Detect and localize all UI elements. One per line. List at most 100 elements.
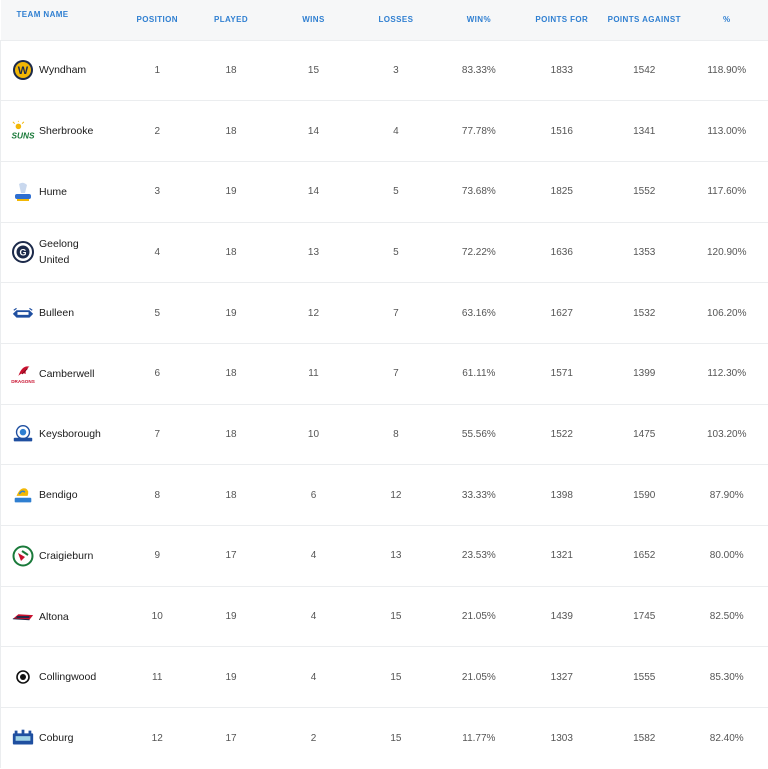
header-losses[interactable]: LOSSES (355, 0, 437, 40)
team-cell[interactable]: SUNS Sherbrooke (0, 100, 125, 162)
table-row[interactable]: Hume 3 19 14 5 73.68% 1825 1552 117.60% (0, 161, 768, 223)
team-name[interactable]: Keysborough (39, 426, 101, 442)
header-played[interactable]: PLAYED (190, 0, 272, 40)
team-cell[interactable]: Coburg (0, 707, 125, 769)
points-against-cell: 1590 (633, 489, 656, 501)
played-cell: 19 (225, 186, 237, 198)
team-name[interactable]: Collingwood (39, 669, 96, 685)
team-name[interactable]: Camberwell (39, 366, 94, 382)
win-pct-cell: 55.56% (461, 428, 496, 440)
wins-cell: 14 (307, 125, 320, 137)
win-pct-cell: 73.68% (461, 186, 496, 198)
table-row[interactable]: Bulleen 5 19 12 7 63.16% 1627 1532 106.20% (0, 282, 768, 344)
percentage-cell: 103.20% (706, 428, 747, 440)
header-position[interactable]: POSITION (125, 0, 190, 40)
position-cell: 11 (152, 671, 163, 683)
position-cell: 5 (154, 307, 161, 319)
team-cell[interactable]: Altona (0, 586, 125, 647)
table-row[interactable]: G Geelong United 4 18 13 5 72.22% 1636 1353 120.9… (0, 222, 768, 283)
win-pct-cell: 21.05% (461, 611, 496, 623)
wins-cell: 13 (307, 246, 320, 258)
table-row[interactable]: SUNS Sherbrooke 2 18 14 4 77.78% 1516 1341 113.00… (0, 100, 768, 162)
header-points-against[interactable]: POINTS AGAINST (603, 0, 685, 40)
team-cell[interactable]: W Wyndham (0, 40, 125, 101)
header-win-pct[interactable]: WIN% (437, 0, 520, 40)
position-cell: 9 (154, 550, 161, 562)
altona-logo (11, 605, 35, 629)
team-info: G Geelong United (11, 236, 125, 268)
team-cell[interactable]: Bendigo (0, 464, 125, 526)
points-against-cell: 1555 (633, 671, 656, 683)
team-cell[interactable]: Craigieburn (0, 525, 125, 587)
percentage-cell: 117.60% (707, 186, 747, 198)
percentage-cell: 118.90% (707, 64, 747, 76)
losses-cell: 12 (390, 489, 402, 501)
table-row[interactable]: Craigieburn 9 17 4 13 23.53% 1321 1652 80.00% (0, 525, 768, 587)
team-info: Bulleen (11, 301, 125, 325)
team-cell[interactable]: DRAGONS Camberwell (0, 343, 125, 405)
played-cell: 18 (225, 489, 237, 501)
position-cell: 2 (154, 125, 161, 137)
team-info: Altona (11, 605, 125, 629)
team-name[interactable]: Sherbrooke (39, 123, 93, 139)
team-info: SUNS Sherbrooke (11, 119, 125, 143)
table-row[interactable]: W Wyndham 1 18 15 3 83.33% 1833 1542 118.90% (0, 40, 768, 101)
header-wins[interactable]: WINS (272, 0, 354, 40)
points-for-cell: 1833 (550, 64, 573, 76)
svg-text:DRAGONS: DRAGONS (11, 379, 35, 384)
points-for-cell: 1627 (550, 307, 573, 319)
header-percentage[interactable]: % (685, 0, 768, 40)
table-row[interactable]: Collingwood 11 19 4 15 21.05% 1327 1555 85.30% (0, 646, 768, 708)
team-name[interactable]: Altona (39, 609, 69, 625)
percentage-cell: 87.90% (709, 489, 744, 501)
team-cell[interactable]: Hume (0, 161, 125, 223)
wins-cell: 4 (310, 611, 317, 623)
bulleen-logo (11, 301, 35, 325)
team-cell[interactable]: G Geelong United (0, 222, 125, 283)
header-points-for[interactable]: POINTS FOR (521, 0, 603, 40)
played-cell: 17 (225, 550, 237, 562)
wins-cell: 11 (308, 368, 319, 380)
played-cell: 18 (225, 246, 237, 258)
team-name[interactable]: Craigieburn (39, 548, 93, 564)
team-name[interactable]: Geelong United (39, 236, 101, 268)
points-for-cell: 1571 (550, 368, 573, 380)
header-team-name[interactable]: TEAM NAME (1, 0, 125, 40)
table-row[interactable]: Keysborough 7 18 10 8 55.56% 1522 1475 103.20% (0, 404, 768, 465)
team-name[interactable]: Bulleen (39, 305, 74, 321)
losses-cell: 7 (393, 307, 399, 319)
position-cell: 8 (154, 489, 161, 501)
geelong-logo: G (11, 240, 35, 264)
team-name[interactable]: Bendigo (39, 487, 78, 503)
wins-cell: 6 (310, 489, 317, 501)
points-against-cell: 1475 (633, 428, 656, 440)
bendigo-logo (11, 483, 35, 507)
position-cell: 6 (154, 368, 161, 380)
team-name[interactable]: Wyndham (39, 62, 86, 78)
percentage-cell: 112.30% (707, 368, 747, 380)
percentage-cell: 82.40% (709, 732, 744, 744)
table-row[interactable]: Bendigo 8 18 6 12 33.33% 1398 1590 87.90% (0, 464, 768, 526)
table-row[interactable]: Altona 10 19 4 15 21.05% 1439 1745 82.50% (0, 586, 768, 647)
team-info: Coburg (11, 726, 125, 750)
team-name[interactable]: Hume (39, 184, 67, 200)
wins-cell: 4 (310, 550, 317, 562)
points-against-cell: 1552 (633, 186, 656, 198)
wins-cell: 10 (307, 428, 320, 440)
table-row[interactable]: Coburg 12 17 2 15 11.77% 1303 1582 82.40% (0, 707, 768, 769)
team-name[interactable]: Coburg (39, 730, 73, 746)
camberwell-logo: DRAGONS (11, 362, 35, 386)
points-against-cell: 1652 (633, 550, 656, 562)
table-row[interactable]: DRAGONS Camberwell 6 18 11 7 61.11% 1571 1399 112… (0, 343, 768, 405)
wins-cell: 2 (310, 732, 317, 744)
percentage-cell: 82.50% (709, 611, 744, 623)
keysborough-logo (11, 422, 35, 446)
team-cell[interactable]: Keysborough (0, 404, 125, 465)
team-cell[interactable]: Collingwood (0, 646, 125, 708)
table-body: W Wyndham 1 18 15 3 83.33% 1833 1542 118.90% SUNS S… (0, 40, 768, 769)
team-cell[interactable]: Bulleen (0, 282, 125, 344)
craigieburn-logo (11, 544, 35, 568)
points-against-cell: 1532 (633, 307, 656, 319)
percentage-cell: 113.00% (707, 125, 747, 137)
points-for-cell: 1321 (550, 550, 573, 562)
